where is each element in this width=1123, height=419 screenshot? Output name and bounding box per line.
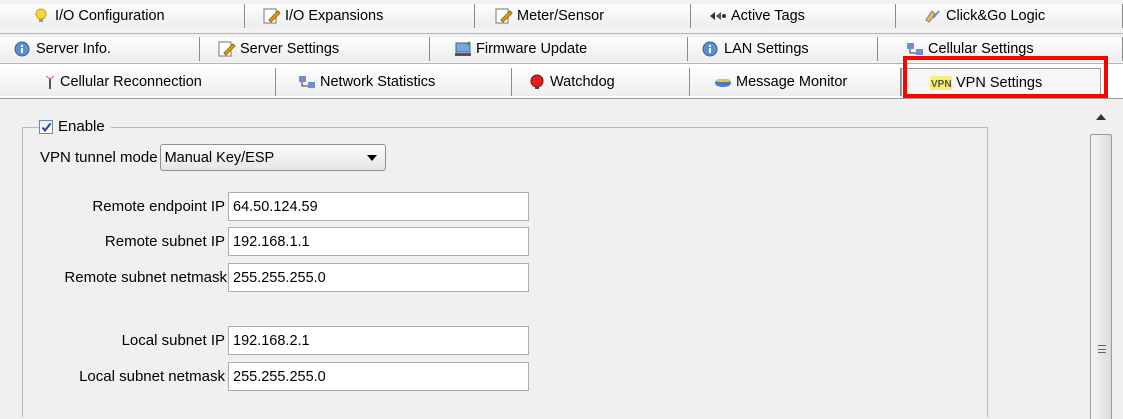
- tab-io-configuration[interactable]: I/O Configuration: [0, 4, 245, 28]
- monitor-icon: [714, 74, 732, 90]
- local-subnet-value: 192.168.2.1: [233, 332, 310, 349]
- tab-label: Meter/Sensor: [517, 8, 605, 24]
- remote-subnet-row: Remote subnet IP 192.168.1.1: [0, 227, 529, 256]
- tab-click-go-logic[interactable]: Click&Go Logic: [896, 4, 1123, 28]
- remote-endpoint-input[interactable]: 64.50.124.59: [228, 192, 529, 221]
- grip-icon: [1098, 345, 1106, 353]
- tab-lan-settings[interactable]: LAN Settings: [688, 37, 878, 61]
- pencil-doc-icon: [263, 8, 281, 24]
- tab-label: VPN Settings: [956, 74, 1043, 91]
- tab-watchdog[interactable]: Watchdog: [512, 68, 690, 96]
- tab-label: I/O Configuration: [55, 8, 165, 24]
- tab-active-tags[interactable]: Active Tags: [691, 4, 896, 28]
- vpn-icon: VPN: [930, 75, 952, 91]
- tunnel-mode-row: VPN tunnel mode Manual Key/ESP: [40, 144, 386, 171]
- remote-endpoint-label: Remote endpoint IP: [92, 198, 225, 215]
- remote-netmask-input[interactable]: 255.255.255.0: [228, 263, 529, 292]
- tab-label: LAN Settings: [724, 41, 809, 57]
- remote-subnet-input[interactable]: 192.168.1.1: [228, 227, 529, 256]
- info-icon: [14, 41, 32, 57]
- remote-endpoint-row: Remote endpoint IP 64.50.124.59: [0, 192, 529, 221]
- tab-label: Message Monitor: [736, 74, 848, 90]
- svg-text:VPN: VPN: [931, 79, 952, 90]
- tunnel-mode-value: Manual Key/ESP: [164, 149, 275, 166]
- remote-endpoint-value: 64.50.124.59: [233, 198, 318, 215]
- tab-server-info[interactable]: Server Info.: [0, 37, 200, 61]
- tunnel-mode-select[interactable]: Manual Key/ESP: [159, 144, 386, 171]
- tab-label: Network Statistics: [320, 74, 436, 90]
- chevron-up-icon: [1096, 114, 1106, 120]
- watchdog-icon: [528, 74, 546, 90]
- remote-netmask-label: Remote subnet netmask: [64, 269, 227, 286]
- logic-icon: [924, 8, 942, 24]
- enable-label: Enable: [58, 118, 105, 135]
- tab-label: Server Settings: [240, 41, 340, 57]
- tab-cellular-reconnection[interactable]: Cellular Reconnection: [0, 68, 276, 96]
- scroll-thumb[interactable]: [1090, 134, 1112, 419]
- network-icon: [298, 74, 316, 90]
- network-icon: [906, 41, 924, 57]
- local-netmask-input[interactable]: 255.255.255.0: [228, 362, 529, 391]
- tab-label: Active Tags: [731, 8, 805, 24]
- tab-row-1: I/O Configuration I/O Expansions Meter/S…: [0, 4, 1123, 28]
- tab-io-expansions[interactable]: I/O Expansions: [245, 4, 475, 28]
- tab-meter-sensor[interactable]: Meter/Sensor: [475, 4, 691, 28]
- remote-netmask-value: 255.255.255.0: [233, 269, 326, 286]
- tab-row-3: Cellular Reconnection Network Statistics…: [0, 68, 1123, 96]
- tab-label: Click&Go Logic: [946, 8, 1046, 24]
- local-netmask-row: Local subnet netmask 255.255.255.0: [0, 362, 529, 391]
- tab-label: Cellular Reconnection: [60, 74, 202, 90]
- tab-vpn-settings[interactable]: VPN VPN Settings: [901, 68, 1101, 96]
- tab-cellular-settings[interactable]: Cellular Settings: [878, 37, 1123, 61]
- tab-server-settings[interactable]: Server Settings: [200, 37, 430, 61]
- pencil-doc-icon: [495, 8, 513, 24]
- tags-icon: [709, 8, 727, 24]
- lightbulb-icon: [33, 8, 51, 24]
- remote-subnet-value: 192.168.1.1: [233, 233, 310, 250]
- local-netmask-value: 255.255.255.0: [233, 368, 326, 385]
- scroll-up-button[interactable]: [1088, 104, 1114, 130]
- tab-firmware-update[interactable]: Firmware Update: [430, 37, 688, 61]
- local-netmask-label: Local subnet netmask: [79, 368, 225, 385]
- remote-subnet-label: Remote subnet IP: [104, 233, 225, 250]
- vertical-scrollbar[interactable]: [1088, 104, 1114, 419]
- local-subnet-input[interactable]: 192.168.2.1: [228, 326, 529, 355]
- tab-label: Watchdog: [550, 74, 615, 90]
- local-subnet-row: Local subnet IP 192.168.2.1: [0, 326, 529, 355]
- tab-label: Server Info.: [36, 41, 111, 57]
- vpn-settings-panel: Enable VPN tunnel mode Manual Key/ESP Re…: [0, 98, 1123, 419]
- pencil-doc-icon: [218, 41, 236, 57]
- firmware-icon: [454, 41, 472, 57]
- tab-label: Cellular Settings: [928, 41, 1034, 57]
- tab-network-statistics[interactable]: Network Statistics: [276, 68, 512, 96]
- info-icon: [702, 41, 720, 57]
- antenna-icon: [44, 74, 56, 90]
- tab-message-monitor[interactable]: Message Monitor: [690, 68, 901, 96]
- enable-checkbox[interactable]: [39, 119, 53, 134]
- tab-row-2: Server Info. Server Settings Firmware Up…: [0, 37, 1123, 61]
- remote-netmask-row: Remote subnet netmask 255.255.255.0: [0, 263, 529, 292]
- tab-label: Firmware Update: [476, 41, 588, 57]
- tab-label: I/O Expansions: [285, 8, 384, 24]
- tunnel-mode-label: VPN tunnel mode: [40, 149, 158, 166]
- chevron-down-icon: [366, 155, 377, 161]
- local-subnet-label: Local subnet IP: [121, 332, 225, 349]
- enable-legend: Enable: [39, 118, 111, 135]
